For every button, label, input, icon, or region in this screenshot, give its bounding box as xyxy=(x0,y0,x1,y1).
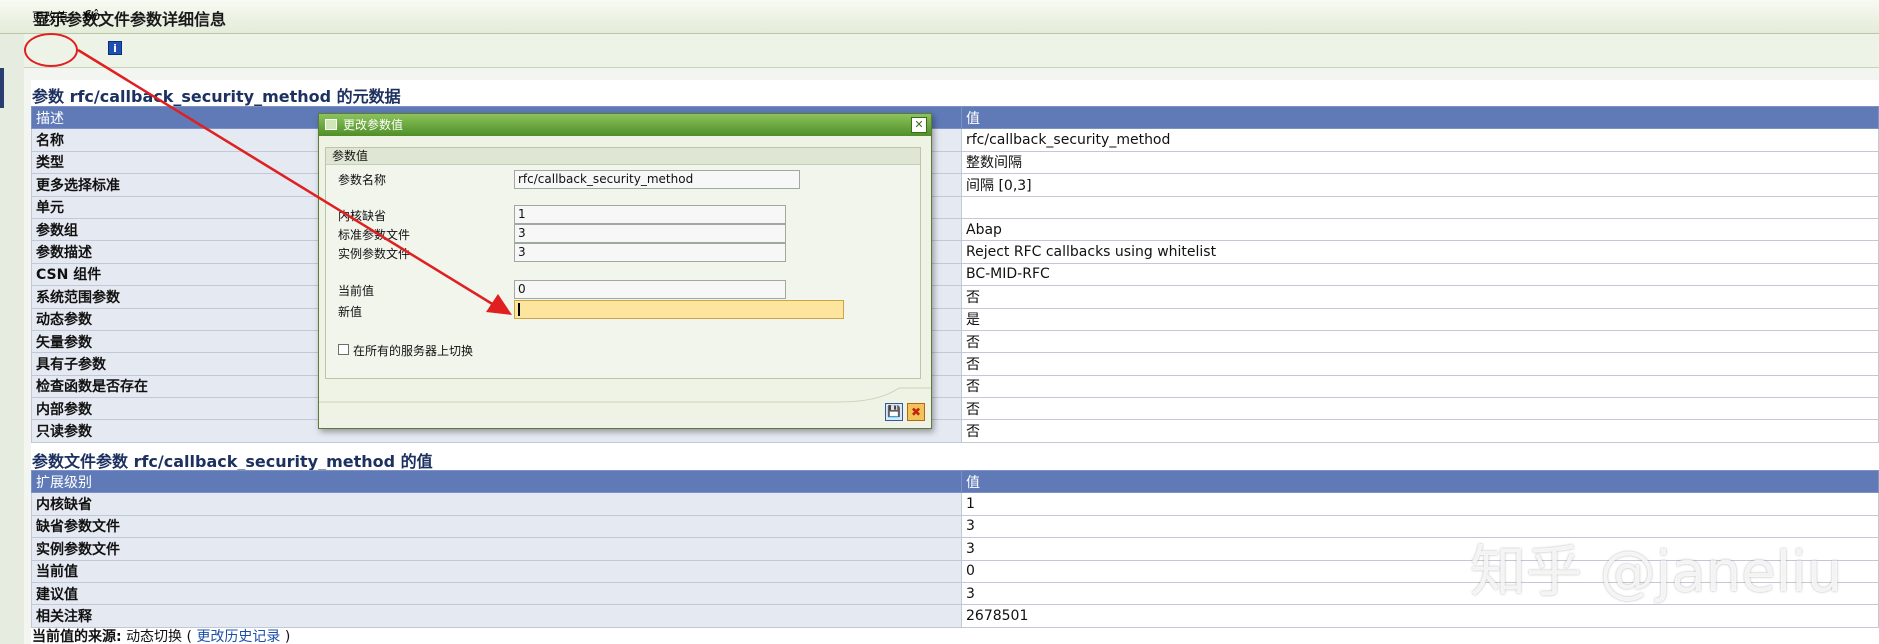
change-value-button[interactable]: 更改值 xyxy=(32,6,68,28)
row-value: Abap xyxy=(961,217,1879,242)
metadata-section-title: 参数 rfc/callback_security_method 的元数据 xyxy=(32,87,401,106)
table-row: 名称 rfc/callback_security_method xyxy=(31,128,1879,152)
table-row: 动态参数是 xyxy=(31,307,1879,331)
param-name-label: 参数名称 xyxy=(338,173,387,187)
row-value: rfc/callback_security_method xyxy=(961,128,1879,152)
table-row: 检查函数是否存在否 xyxy=(31,374,1879,399)
row-value: 否 xyxy=(961,419,1879,443)
table-row: 内核缺省 1 xyxy=(31,492,1879,516)
dialog-footer-curve xyxy=(319,387,931,403)
table-row: 具有子参数否 xyxy=(31,352,1879,376)
row-label: 建议值 xyxy=(31,581,962,606)
row-label: 内核缺省 xyxy=(31,492,962,516)
values-section-title: 参数文件参数 rfc/callback_security_method 的值 xyxy=(32,452,433,471)
column-header-value: 值 xyxy=(961,105,1879,130)
column-header-value: 值 xyxy=(961,469,1879,494)
table-row: 更多选择标准 间隔 [0,3] xyxy=(31,173,1879,197)
annotation-circle xyxy=(24,33,78,67)
source-close: ) xyxy=(284,629,291,644)
table-row: 只读参数否 xyxy=(31,419,1879,443)
kernel-default-label: 内核缺省 xyxy=(338,209,387,223)
current-value-source: 当前值的来源: 动态切换 ( 更改历史记录 ) xyxy=(32,626,290,644)
metadata-table: 描述 值 名称 rfc/callback_security_method 类型 整数… xyxy=(31,105,1879,443)
new-value-input[interactable] xyxy=(514,300,844,319)
row-value: 否 xyxy=(961,397,1879,421)
row-value: 否 xyxy=(961,374,1879,399)
parameter-value-group: 参数值 参数名称 rfc/callback_security_method 内核… xyxy=(325,147,921,379)
row-label: 当前值 xyxy=(31,559,962,583)
cancel-icon[interactable]: ✖ xyxy=(907,403,925,421)
table-row: 内部参数否 xyxy=(31,397,1879,421)
kernel-default-field: 1 xyxy=(514,205,786,224)
row-value: 1 xyxy=(961,492,1879,516)
watermark-text: 知乎 @janeliu xyxy=(1470,540,1843,605)
instance-profile-label: 实例参数文件 xyxy=(338,247,411,261)
source-label: 当前值的来源: xyxy=(32,629,122,644)
row-value: 否 xyxy=(961,329,1879,354)
close-icon[interactable]: ✕ xyxy=(911,117,927,133)
row-label: 缺省参数文件 xyxy=(31,514,962,539)
change-value-dialog: 更改参数值 ✕ 参数值 参数名称 rfc/callback_security_m… xyxy=(318,113,932,429)
table-row: CSN 组件 BC-MID-RFC xyxy=(31,262,1879,287)
row-value xyxy=(961,195,1879,219)
table-header-row: 扩展级别 值 xyxy=(31,469,1879,494)
current-value-label: 当前值 xyxy=(338,284,375,298)
text-caret xyxy=(518,303,520,316)
left-strip-accent xyxy=(0,68,4,108)
instance-profile-field: 3 xyxy=(514,243,786,262)
info-icon[interactable]: i xyxy=(108,41,122,55)
left-strip xyxy=(0,34,24,644)
current-value-field: 0 xyxy=(514,280,786,299)
column-header-level: 扩展级别 xyxy=(31,469,962,494)
default-profile-field: 3 xyxy=(514,224,786,243)
row-value: 否 xyxy=(961,352,1879,376)
row-value: Reject RFC callbacks using whitelist xyxy=(961,240,1879,264)
row-value: 间隔 [0,3] xyxy=(961,173,1879,197)
default-profile-label: 标准参数文件 xyxy=(338,228,411,242)
save-icon[interactable]: 💾 xyxy=(885,403,903,421)
window-title: 显示参数文件参数详细信息 xyxy=(0,0,1879,34)
dialog-title-bar: 更改参数值 ✕ xyxy=(319,114,931,136)
table-header-row: 描述 值 xyxy=(31,105,1879,130)
table-row: 相关注释 2678501 xyxy=(31,604,1879,628)
param-name-field: rfc/callback_security_method xyxy=(514,170,800,189)
all-servers-label: 在所有的服务器上切换 xyxy=(353,344,474,358)
row-value: BC-MID-RFC xyxy=(961,262,1879,287)
all-servers-checkbox[interactable] xyxy=(338,344,349,355)
table-row: 单元 xyxy=(31,195,1879,219)
change-history-link[interactable]: 更改历史记录 xyxy=(196,629,280,644)
table-row: 参数描述 Reject RFC callbacks using whitelist xyxy=(31,240,1879,264)
row-label: 相关注释 xyxy=(31,604,962,628)
edit-icon xyxy=(325,119,337,130)
table-row: 参数组 Abap xyxy=(31,217,1879,242)
table-row: 矢量参数否 xyxy=(31,329,1879,354)
row-value: 是 xyxy=(961,307,1879,331)
display-glasses-icon[interactable]: 6ô xyxy=(84,6,100,28)
row-value: 整数间隔 xyxy=(961,150,1879,175)
table-row: 类型 整数间隔 xyxy=(31,150,1879,175)
dialog-title: 更改参数值 xyxy=(343,118,404,132)
table-row: 系统范围参数否 xyxy=(31,285,1879,309)
row-value: 否 xyxy=(961,285,1879,309)
new-value-label: 新值 xyxy=(338,305,363,319)
toolbar xyxy=(0,34,1879,68)
row-value: 2678501 xyxy=(961,604,1879,628)
row-label: 实例参数文件 xyxy=(31,537,962,561)
group-title: 参数值 xyxy=(326,148,920,165)
source-text: 动态切换 ( xyxy=(126,629,192,644)
